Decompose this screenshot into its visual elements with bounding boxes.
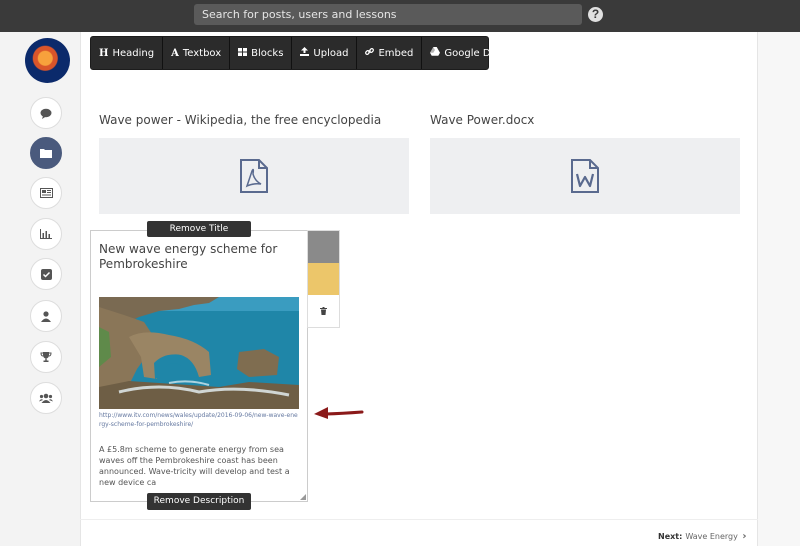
folder-icon	[40, 149, 52, 158]
card-title[interactable]: New wave energy scheme for Pembrokeshire	[99, 242, 299, 272]
comment-icon	[40, 108, 52, 119]
sidebar-item-news[interactable]	[30, 177, 62, 209]
swatch-yellow[interactable]	[308, 263, 339, 295]
sidebar-item-awards[interactable]	[30, 341, 62, 373]
help-icon[interactable]: ?	[588, 7, 603, 22]
remove-description-button[interactable]: Remove Description	[147, 493, 251, 510]
sidebar-item-groups[interactable]	[30, 382, 62, 414]
next-link[interactable]: Next: Wave Energy ›	[658, 531, 747, 542]
user-icon	[41, 310, 51, 322]
card-description[interactable]: A £5.8m scheme to generate energy from s…	[99, 444, 299, 488]
annotation-arrow-icon	[314, 407, 364, 419]
link-preview-card[interactable]: New wave energy scheme for Pembrokeshire…	[90, 230, 308, 502]
textbox-icon: A	[171, 47, 179, 59]
resize-handle-icon[interactable]	[300, 494, 306, 500]
link-icon	[365, 47, 375, 59]
search-input[interactable]: Search for posts, users and lessons	[194, 4, 582, 25]
embed-button[interactable]: Embed	[357, 37, 423, 69]
word-file-icon	[571, 159, 599, 193]
remove-title-button[interactable]: Remove Title	[147, 221, 251, 237]
trash-icon	[320, 307, 327, 315]
editor-toolbar: H Heading A Textbox Blocks Upload Embed Go…	[90, 36, 510, 70]
delete-button[interactable]	[308, 295, 339, 327]
blocks-button[interactable]: Blocks	[230, 37, 293, 69]
pdf-file-icon	[240, 159, 268, 193]
file-label-pdf[interactable]: Wave power - Wikipedia, the free encyclo…	[99, 113, 381, 127]
sidebar-item-folders[interactable]	[30, 137, 62, 169]
sidebar-item-stats[interactable]	[30, 218, 62, 250]
blocks-icon	[238, 47, 248, 59]
upload-icon	[300, 47, 310, 59]
top-bar: Search for posts, users and lessons ?	[0, 0, 800, 32]
file-tile-pdf[interactable]	[99, 138, 409, 214]
avatar[interactable]	[25, 38, 70, 83]
card-style-panel	[307, 230, 340, 328]
sidebar-item-profile[interactable]	[30, 300, 62, 332]
right-pane	[758, 32, 800, 546]
bar-chart-icon	[40, 229, 52, 239]
checkbox-icon	[40, 268, 52, 280]
file-tile-docx[interactable]	[430, 138, 740, 214]
upload-button[interactable]: Upload	[292, 37, 358, 69]
card-image	[99, 297, 299, 409]
heading-button[interactable]: H Heading	[91, 37, 164, 69]
heading-icon: H	[99, 47, 109, 59]
chevron-right-icon: ›	[742, 531, 747, 542]
users-icon	[39, 393, 53, 403]
sidebar-item-tasks[interactable]	[30, 258, 62, 290]
trophy-icon	[40, 351, 52, 362]
card-url[interactable]: http://www.itv.com/news/wales/update/201…	[99, 411, 299, 429]
textbox-button[interactable]: A Textbox	[163, 37, 231, 69]
sidebar-item-comments[interactable]	[30, 97, 62, 129]
google-drive-button[interactable]: Google Drive	[422, 37, 517, 69]
file-label-docx[interactable]: Wave Power.docx	[430, 113, 534, 127]
footer-divider	[80, 519, 758, 520]
google-drive-icon	[430, 47, 441, 59]
swatch-grey[interactable]	[308, 231, 339, 263]
newspaper-icon	[39, 188, 53, 198]
